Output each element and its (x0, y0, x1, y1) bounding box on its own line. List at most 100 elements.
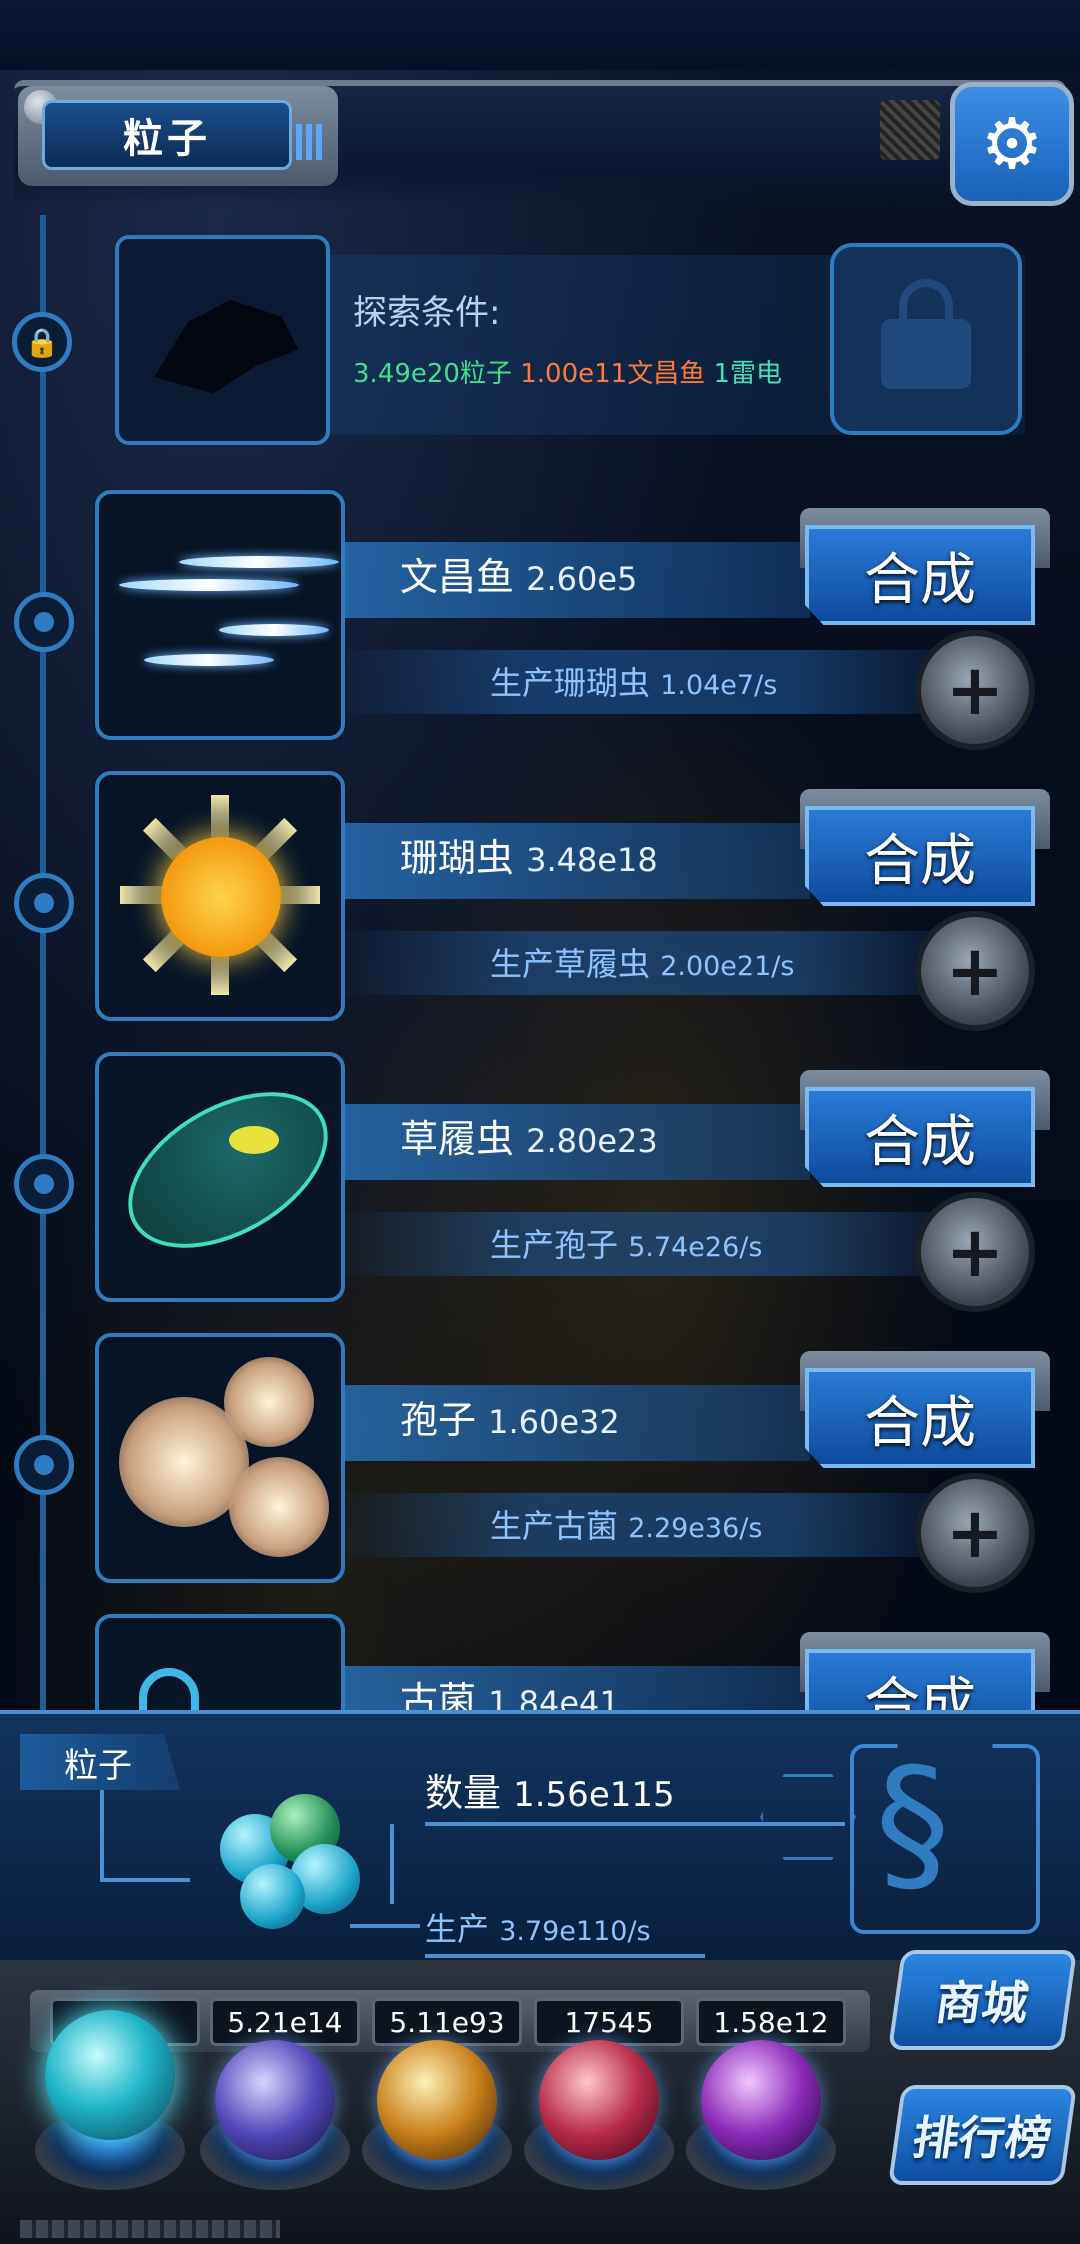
resource-value-galaxy: 5.11e93 (372, 1998, 522, 2046)
vortex-orb-button[interactable] (701, 2040, 821, 2160)
quantity-value: 1.56e115 (513, 1775, 675, 1815)
page-title: 粒子 (42, 100, 292, 170)
coral-thumbnail (95, 771, 345, 1021)
paramecium-nucleus (229, 1126, 279, 1154)
combine-button[interactable]: 合成 (805, 1368, 1035, 1468)
production-line: 生产孢子 5.74e26/s (490, 1220, 762, 1266)
fish-shape (219, 624, 329, 636)
requirement-amphioxus: 1.00e11文昌鱼 (520, 359, 706, 389)
production-rate: 5.74e26/s (628, 1232, 763, 1263)
creature-name-line: 草履虫 2.80e23 (400, 1108, 658, 1163)
creature-name: 文昌鱼 (400, 555, 515, 599)
production-rate: 2.29e36/s (628, 1513, 763, 1544)
resource-bar: 5.21e14 5.11e93 17545 1.58e12 商城 排行榜 (0, 1950, 1080, 2244)
production-line: 生产古菌 2.29e36/s (490, 1501, 762, 1547)
status-area (0, 0, 1080, 70)
rail-lock-icon: 🔒 (12, 312, 72, 372)
circuit-line (100, 1790, 104, 1880)
creature-count: 1.60e32 (488, 1403, 620, 1441)
production-line: 生产草履虫 2.00e21/s (490, 939, 794, 985)
progress-rail (40, 215, 46, 1735)
settings-button[interactable]: ⚙ (950, 82, 1074, 206)
fish-shape (144, 654, 274, 666)
resource-value-vortex: 1.58e12 (696, 1998, 846, 2046)
gear-icon: ⚙ (980, 103, 1044, 185)
spore-ball (224, 1357, 314, 1447)
creature-count: 3.48e18 (526, 841, 658, 879)
rail-node (14, 1435, 74, 1495)
circuit-line (390, 1824, 394, 1904)
brain-orb-button[interactable] (539, 2040, 659, 2160)
lock-icon (881, 279, 971, 389)
production-label: 生产古菌 (490, 1507, 619, 1545)
creature-name: 孢子 (400, 1398, 477, 1442)
requirement-particles: 3.49e20粒子 (353, 359, 512, 389)
explore-requirements: 3.49e20粒子 1.00e11文昌鱼 1雷电 (353, 353, 782, 390)
combine-button[interactable]: 合成 (805, 1087, 1035, 1187)
production-rate: 1.04e7/s (660, 670, 778, 701)
bottom-strip-decoration (20, 2220, 280, 2238)
rail-node (14, 592, 74, 652)
plus-icon: + (945, 930, 1005, 1012)
production-underline (425, 1954, 705, 1958)
rail-node (14, 1154, 74, 1214)
lightning-orb-button[interactable] (215, 2040, 335, 2160)
quantity-label: 数量 (425, 1771, 502, 1815)
production-total-value: 3.79e110/s (499, 1916, 651, 1947)
title-plate: 粒子 (18, 86, 338, 186)
production-label: 生产孢子 (490, 1226, 619, 1264)
creature-row-coral: 珊瑚虫 3.48e18 生产草履虫 2.00e21/s 合成 + (95, 771, 1055, 1031)
paramecium-body (101, 1060, 341, 1280)
plus-button[interactable]: + (915, 911, 1035, 1031)
locked-creature-thumbnail (115, 235, 330, 445)
creature-name-line: 孢子 1.60e32 (400, 1389, 620, 1444)
plus-icon: + (945, 1211, 1005, 1293)
rail-node (14, 873, 74, 933)
locked-button[interactable] (830, 243, 1022, 435)
ranking-button[interactable]: 排行榜 (887, 2085, 1078, 2185)
particle-orb-button[interactable] (45, 2010, 175, 2140)
amphioxus-thumbnail (95, 490, 345, 740)
info-tag: 粒子 (20, 1734, 180, 1790)
production-rate: 2.00e21/s (660, 951, 795, 982)
explore-condition-label: 探索条件: (353, 293, 501, 333)
molecule-decoration (760, 1774, 856, 1860)
fish-shape (179, 556, 339, 568)
header: 粒子 ⚙ (0, 70, 1080, 220)
production-total-label: 生产 (425, 1910, 490, 1948)
resource-value-lightning: 5.21e14 (210, 1998, 360, 2046)
quantity-line: 数量 1.56e115 (425, 1762, 675, 1817)
plus-button[interactable]: + (915, 1473, 1035, 1593)
fish-shape (119, 579, 299, 591)
spore-thumbnail (95, 1333, 345, 1583)
production-label: 生产草履虫 (490, 945, 651, 983)
spore-ball (229, 1457, 329, 1557)
combine-button[interactable]: 合成 (805, 525, 1035, 625)
plus-icon: + (945, 649, 1005, 731)
plus-icon: + (945, 1492, 1005, 1574)
production-line: 生产珊瑚虫 1.04e7/s (490, 658, 777, 704)
galaxy-orb-button[interactable] (377, 2040, 497, 2160)
creature-silhouette (154, 300, 299, 394)
requirement-lightning: 1雷电 (713, 359, 783, 389)
plus-button[interactable]: + (915, 1192, 1035, 1312)
coral-core (161, 837, 281, 957)
circuit-line (100, 1878, 190, 1882)
locked-explore-card: 探索条件: 3.49e20粒子 1.00e11文昌鱼 1雷电 (115, 235, 1025, 450)
creature-count: 2.60e5 (526, 560, 638, 598)
creature-row-spore: 孢子 1.60e32 生产古菌 2.29e36/s 合成 + (95, 1333, 1055, 1593)
vent-decoration (880, 100, 940, 160)
creature-row-paramecium: 草履虫 2.80e23 生产孢子 5.74e26/s 合成 + (95, 1052, 1055, 1312)
creature-name: 草履虫 (400, 1117, 515, 1161)
creature-row-amphioxus: 文昌鱼 2.60e5 生产珊瑚虫 1.04e7/s 合成 + (95, 490, 1055, 750)
creature-count: 2.80e23 (526, 1122, 658, 1160)
production-label: 生产珊瑚虫 (490, 664, 651, 702)
paramecium-thumbnail (95, 1052, 345, 1302)
shop-button[interactable]: 商城 (887, 1950, 1078, 2050)
resource-value-brain: 17545 (534, 1998, 684, 2046)
dna-icon: § (875, 1737, 950, 1911)
particle-ball (240, 1864, 305, 1929)
plus-button[interactable]: + (915, 630, 1035, 750)
creature-name-line: 文昌鱼 2.60e5 (400, 546, 637, 601)
combine-button[interactable]: 合成 (805, 806, 1035, 906)
